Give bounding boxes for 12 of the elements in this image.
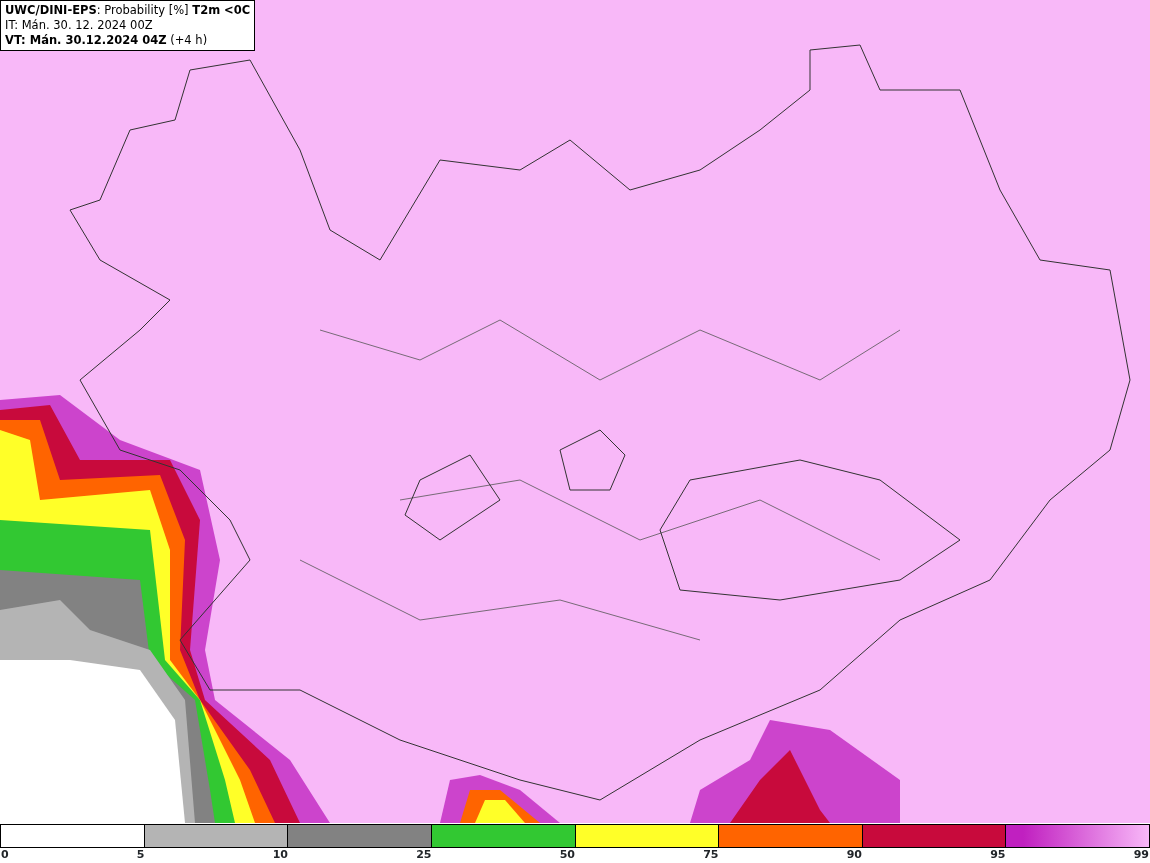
scale-label: 99: [1133, 848, 1149, 862]
scale-label: 95: [990, 848, 1006, 862]
scale-label: 10: [272, 848, 288, 862]
initial-time: IT: Mán. 30. 12. 2024 00Z: [5, 17, 154, 33]
scale-label: 50: [559, 848, 575, 862]
valid-time: VT: Mán. 30.12.2024 04Z (+4 h): [5, 32, 209, 48]
scale-label: 90: [846, 848, 862, 862]
scale-label: 5: [136, 848, 145, 862]
product-title: UWC/DINI-EPS: Probability [%] T2m <0C: [5, 3, 251, 18]
scale-label: 75: [703, 848, 719, 862]
scale-label: 0: [1, 848, 9, 862]
scale-label: 25: [416, 848, 432, 862]
